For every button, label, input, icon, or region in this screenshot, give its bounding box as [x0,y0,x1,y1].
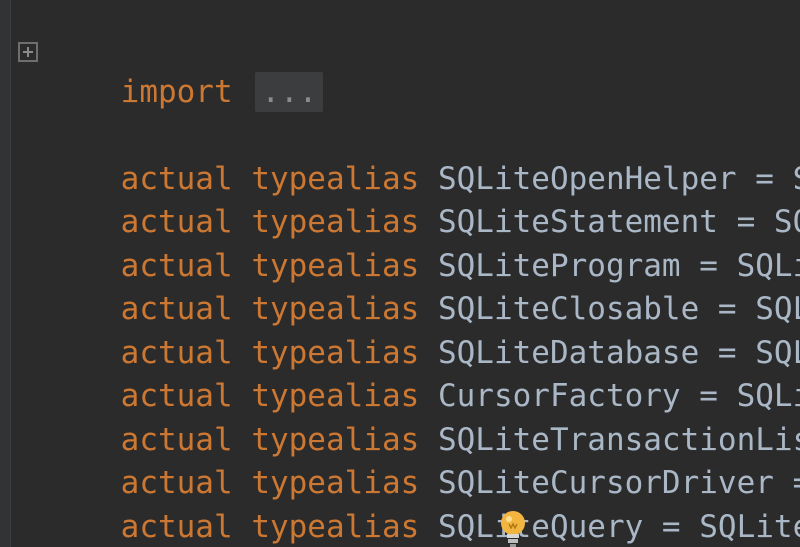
code-line-2[interactable]: actual typealias SQLiteStatement = SQL [46,162,800,240]
code-line-9[interactable]: actual typealias SQLiteQuery = SQLiteC [46,467,800,545]
fold-expand-icon[interactable] [18,42,38,62]
import-line[interactable]: import ... [46,32,324,112]
code-line-4[interactable]: actual typealias SQLiteClosable = SQLi [46,249,800,327]
typealias-keyword: typealias [251,509,420,545]
lightbulb-icon[interactable] [498,510,528,547]
code-line-8[interactable]: actual typealias SQLiteCursorDriver = [46,423,800,501]
code-line-7[interactable]: actual typealias SQLiteTransactionList [46,380,800,458]
actual-keyword: actual [120,509,233,545]
code-editor[interactable]: import ... actual typealias SQLiteOpenHe… [0,0,800,547]
editor-gutter [0,0,11,547]
folded-imports[interactable]: ... [255,72,324,112]
import-keyword: import [120,74,233,110]
code-line-6[interactable]: actual typealias CursorFactory = SQLit [46,336,800,414]
code-line-3[interactable]: actual typealias SQLiteProgram = SQLit [46,206,800,284]
typealias-declaration: SQLiteQuery = SQLiteC [437,509,800,545]
code-line-5[interactable]: actual typealias SQLiteDatabase = SQLi [46,293,800,371]
code-line-1[interactable]: actual typealias SQLiteOpenHelper = SQ [46,119,800,197]
